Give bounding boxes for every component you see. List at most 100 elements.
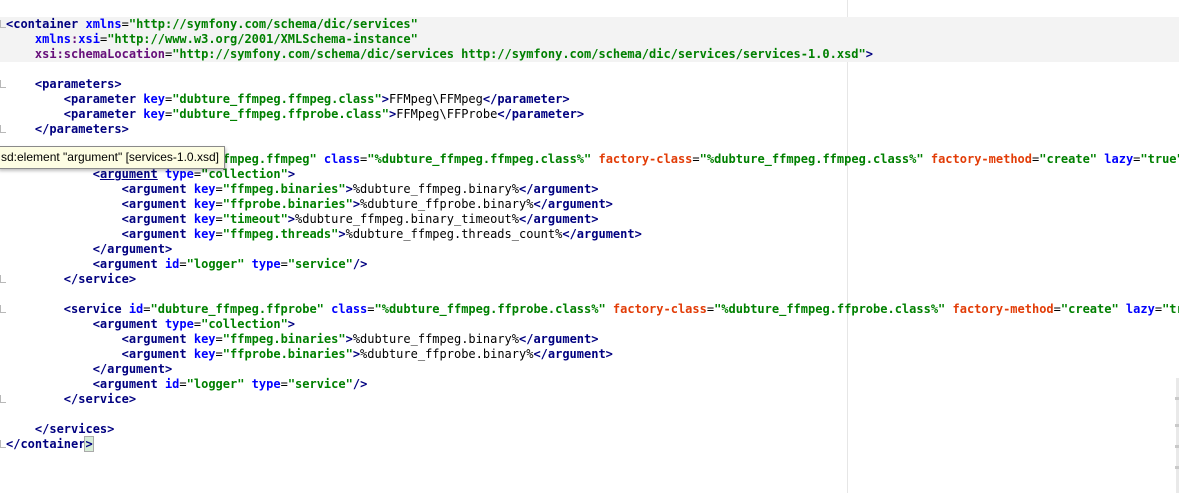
code-line[interactable]: <argument type="collection">	[0, 167, 1179, 182]
code-token: type	[164, 167, 194, 181]
fold-marker[interactable]	[0, 275, 6, 283]
xsd-element-tooltip: sd:element "argument" [services-1.0.xsd]	[0, 146, 225, 169]
code-token: "ffmpeg.binaries"	[222, 332, 346, 346]
code-token: =	[215, 227, 223, 241]
code-line[interactable]: </argument>	[0, 362, 1179, 377]
code-token: <argument	[121, 182, 194, 196]
code-line[interactable]: <argument id="logger" type="service"/>	[0, 257, 1179, 272]
code-token: <argument	[121, 347, 194, 361]
code-token: "service"	[287, 257, 353, 271]
code-token: <argument	[92, 377, 165, 391]
code-token: </container	[6, 437, 86, 451]
fold-marker[interactable]	[0, 20, 6, 28]
code-token: <parameter	[63, 92, 144, 106]
code-line[interactable]: </service>	[0, 392, 1179, 407]
code-token: "timeout"	[222, 212, 288, 226]
code-token: factory-method	[930, 152, 1032, 166]
code-token: <argument	[121, 332, 194, 346]
code-token: FFMpeg\FFProbe	[396, 107, 498, 121]
code-token: "http://symfony.com/schema/dic/services"	[128, 17, 418, 31]
code-token: factory-method	[952, 302, 1054, 316]
code-line[interactable]: <argument key="ffprobe.binaries">%dubtur…	[0, 197, 1179, 212]
code-token: "logger"	[186, 377, 245, 391]
code-line[interactable]: <argument key="ffmpeg.binaries">%dubture…	[0, 332, 1179, 347]
code-token: </argument>	[533, 197, 613, 211]
code-token: =	[280, 257, 288, 271]
code-token: key	[193, 332, 216, 346]
code-line[interactable]: <parameter key="dubture_ffmpeg.ffmpeg.cl…	[0, 92, 1179, 107]
code-token: lazy	[1125, 302, 1155, 316]
code-line[interactable]: <argument key="ffprobe.binaries">%dubtur…	[0, 347, 1179, 362]
code-line[interactable]: <argument key="ffmpeg.binaries">%dubture…	[0, 182, 1179, 197]
code-line[interactable]: <argument key="ffmpeg.threads">%dubture_…	[0, 227, 1179, 242]
code-line[interactable]: <service id="dubture_ffmpeg.ffprobe" cla…	[0, 302, 1179, 317]
code-line[interactable]	[0, 407, 1179, 422]
code-token: >	[345, 332, 353, 346]
code-line[interactable]: <parameter key="dubture_ffmpeg.ffprobe.c…	[0, 107, 1179, 122]
fold-marker[interactable]	[0, 440, 6, 448]
code-token: factory-class	[612, 302, 707, 316]
code-line[interactable]: <argument id="logger" type="service"/>	[0, 377, 1179, 392]
fold-marker[interactable]	[0, 395, 6, 403]
code-line[interactable]: <container xmlns="http://symfony.com/sch…	[0, 17, 1179, 32]
code-token: />	[352, 377, 368, 391]
code-token: =	[193, 317, 202, 331]
fold-marker[interactable]	[0, 305, 6, 313]
code-token: </service>	[63, 272, 137, 286]
code-token: "collection"	[201, 317, 288, 331]
code-line[interactable]: </argument>	[0, 242, 1179, 257]
code-token: =	[215, 212, 223, 226]
code-token: factory-class	[598, 152, 693, 166]
fold-marker[interactable]	[0, 80, 6, 88]
scroll-marker	[1175, 424, 1179, 427]
code-line[interactable]: <parameters>	[0, 77, 1179, 92]
code-line[interactable]: </parameters>	[0, 122, 1179, 137]
code-token: >	[345, 182, 353, 196]
code-line[interactable]: </service>	[0, 272, 1179, 287]
code-token: <	[92, 167, 100, 181]
code-token: id	[164, 257, 180, 271]
code-token: >	[381, 92, 389, 106]
code-token: argument	[99, 167, 158, 181]
code-token: =	[143, 302, 151, 316]
code-line[interactable]: xsi:schemaLocation="http://symfony.com/s…	[0, 47, 1179, 62]
fold-marker[interactable]	[0, 125, 6, 133]
code-line[interactable]: <argument type="collection">	[0, 317, 1179, 332]
code-token: key	[193, 227, 216, 241]
code-token: key	[193, 212, 216, 226]
code-token: "create"	[1039, 152, 1098, 166]
code-line[interactable]: </container>	[0, 436, 1179, 452]
code-token: =	[179, 377, 187, 391]
code-token: =	[1053, 302, 1061, 316]
code-token: >	[865, 47, 873, 61]
code-line[interactable]: <argument key="timeout">%dubture_ffmpeg.…	[0, 212, 1179, 227]
code-line[interactable]	[0, 287, 1179, 302]
code-token: "service"	[287, 377, 353, 391]
code-token: </services>	[34, 422, 115, 436]
code-line[interactable]	[0, 62, 1179, 77]
code-editor[interactable]: <container xmlns="http://symfony.com/sch…	[0, 0, 1179, 493]
code-token: </argument>	[519, 332, 599, 346]
code-token: type	[164, 317, 194, 331]
code-token: =	[706, 302, 715, 316]
code-token: key	[193, 182, 216, 196]
code-line[interactable]: </services>	[0, 422, 1179, 437]
code-line[interactable]: xmlns:xsi="http://www.w3.org/2001/XMLSch…	[0, 32, 1179, 47]
